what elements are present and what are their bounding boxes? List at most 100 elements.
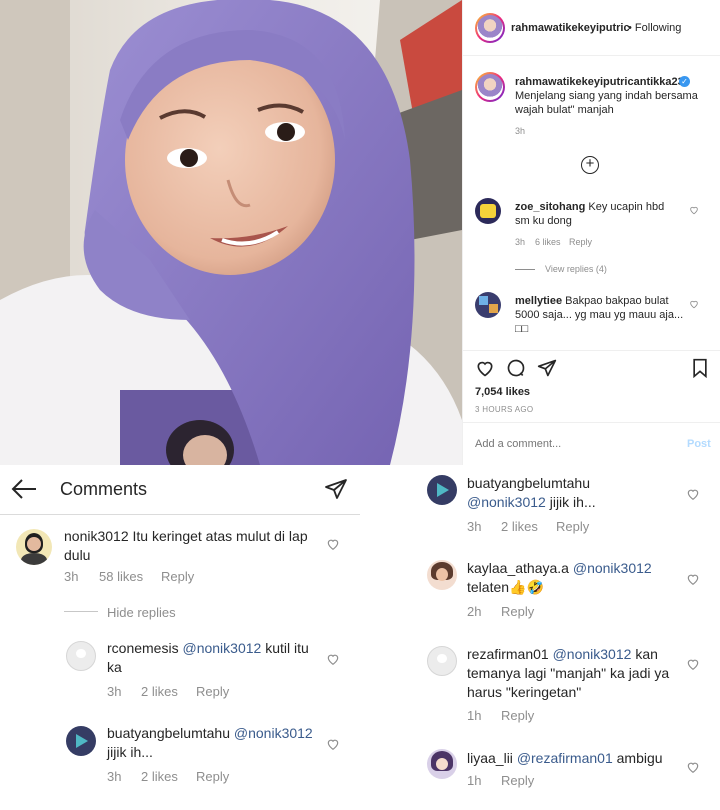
comment-likes[interactable]: 2 likes [501,519,538,534]
heart-icon[interactable] [326,737,340,751]
comments-title: Comments [60,479,148,499]
caption-time: 3h [515,126,526,136]
view-replies-button[interactable]: View replies (4) [545,264,607,274]
reply-text: buatyangbelumtahu @nonik3012 jijik ih... [467,474,677,512]
back-arrow-icon[interactable] [10,477,38,501]
avatar[interactable] [475,198,501,224]
comments-header: Comments [0,465,360,515]
reply-button[interactable]: Reply [161,569,194,584]
mention-link[interactable]: @nonik3012 [553,646,632,662]
comment-body: jijik ih... [549,494,596,510]
heart-icon[interactable] [689,205,699,215]
reply-text: liyaa_lii @rezafirman01 ambigu [467,749,677,768]
comment-likes[interactable]: 58 likes [99,569,143,584]
comment-time: 2h [467,604,482,619]
caption-avatar[interactable] [475,72,505,102]
heart-icon[interactable] [686,760,700,774]
comment-username[interactable]: zoe_sitohang [515,201,585,213]
comment-username[interactable]: rezafirman01 [467,646,549,662]
heart-icon[interactable] [686,572,700,586]
heart-icon[interactable] [686,657,700,671]
comment-time: 3h [515,237,526,247]
comment-time: 1h [467,773,482,788]
hide-replies-button[interactable]: Hide replies [107,605,176,620]
comment-likes[interactable]: 6 likes [535,237,561,247]
reply-button[interactable]: Reply [501,604,534,619]
avatar[interactable] [16,529,52,565]
mention-link[interactable]: @nonik3012 [182,640,261,656]
share-plane-icon[interactable] [324,477,348,501]
mention-link[interactable]: @nonik3012 [573,560,652,576]
header-username[interactable]: rahmawatikekeyiputric [511,21,630,35]
comment-likes[interactable]: 2 likes [141,684,178,699]
comment-username[interactable]: buatyangbelumtahu [107,725,230,741]
comment-time: 1h [467,708,482,723]
selfie-image [0,0,462,465]
following-label[interactable]: • Following [628,21,681,35]
mention-link[interactable]: @nonik3012 [234,725,313,741]
avatar[interactable] [66,641,96,671]
bookmark-icon[interactable] [691,358,709,378]
comment-username[interactable]: buatyangbelumtahu [467,475,590,491]
reply-text: rconemesis @nonik3012 kutil itu ka [107,639,317,677]
divider [515,269,535,270]
share-plane-icon[interactable] [537,358,557,378]
comment-username[interactable]: liyaa_lii [467,750,513,766]
more-comments: buatyangbelumtahu @nonik3012 jijik ih...… [360,465,720,810]
comments-screen: Comments nonik3012 Itu keringet atas mul… [0,465,360,810]
comment-username[interactable]: kaylaa_athaya.a [467,560,569,576]
comment-time: 3h [64,569,79,584]
caption-text: Menjelang siang yang indah bersama wajah… [515,90,698,116]
verified-check-icon: ✓ [679,76,690,87]
comment-text: nonik3012 Itu keringet atas mulut di lap… [64,527,314,565]
divider [463,350,720,351]
post-photo[interactable] [0,0,462,465]
post-side-panel: rahmawatikekeyiputric • Following rahmaw… [462,0,720,465]
comment-username[interactable]: mellytiee [515,295,562,307]
heart-icon[interactable] [326,652,340,666]
comment-body: telaten👍🤣 [467,579,544,595]
avatar[interactable] [427,560,457,590]
reply-text: rezafirman01 @nonik3012 kan temanya lagi… [467,645,677,702]
post-time: 3 HOURS AGO [475,405,534,414]
reply-button[interactable]: Reply [196,684,229,699]
comment-body: ambigu [616,750,663,766]
reply-button[interactable]: Reply [569,237,592,247]
avatar[interactable] [427,646,457,676]
mention-link[interactable]: @nonik3012 [467,494,546,510]
author-avatar[interactable] [475,13,505,43]
post-button[interactable]: Post [687,438,711,450]
reply-button[interactable]: Reply [196,769,229,784]
avatar[interactable] [427,749,457,779]
heart-icon[interactable] [326,537,340,551]
reply-text: kaylaa_athaya.a @nonik3012 telaten👍🤣 [467,559,677,597]
mention-link[interactable]: @rezafirman01 [517,750,613,766]
comment-time: 3h [107,684,122,699]
avatar[interactable] [475,292,501,318]
divider [463,422,720,423]
comment-username[interactable]: nonik3012 [64,528,129,544]
comment-time: 3h [467,519,482,534]
comment-text: zoe_sitohang Key ucapin hbd sm ku dong [515,200,675,228]
reply-button[interactable]: Reply [556,519,589,534]
comment-username[interactable]: rconemesis [107,640,179,656]
like-heart-icon[interactable] [475,358,495,378]
comment-bubble-icon[interactable] [506,358,526,378]
reply-button[interactable]: Reply [501,773,534,788]
load-more-comments-icon[interactable]: + [581,156,599,174]
heart-icon[interactable] [686,487,700,501]
comment-likes[interactable]: 2 likes [141,769,178,784]
add-comment-input[interactable] [475,434,665,454]
comment-text: mellytiee Bakpao bakpao bulat 5000 saja.… [515,294,685,336]
likes-count[interactable]: 7,054 likes [475,385,530,399]
reply-button[interactable]: Reply [501,708,534,723]
avatar[interactable] [66,726,96,756]
reply-text: buatyangbelumtahu @nonik3012 jijik ih... [107,724,317,762]
caption-username[interactable]: rahmawatikekeyiputricantikka23 [515,75,684,89]
comment-body: jijik ih... [107,744,153,760]
divider [64,611,98,612]
heart-icon[interactable] [689,299,699,309]
comment-time: 3h [107,769,122,784]
avatar[interactable] [427,475,457,505]
post-header: rahmawatikekeyiputric • Following [463,0,720,56]
